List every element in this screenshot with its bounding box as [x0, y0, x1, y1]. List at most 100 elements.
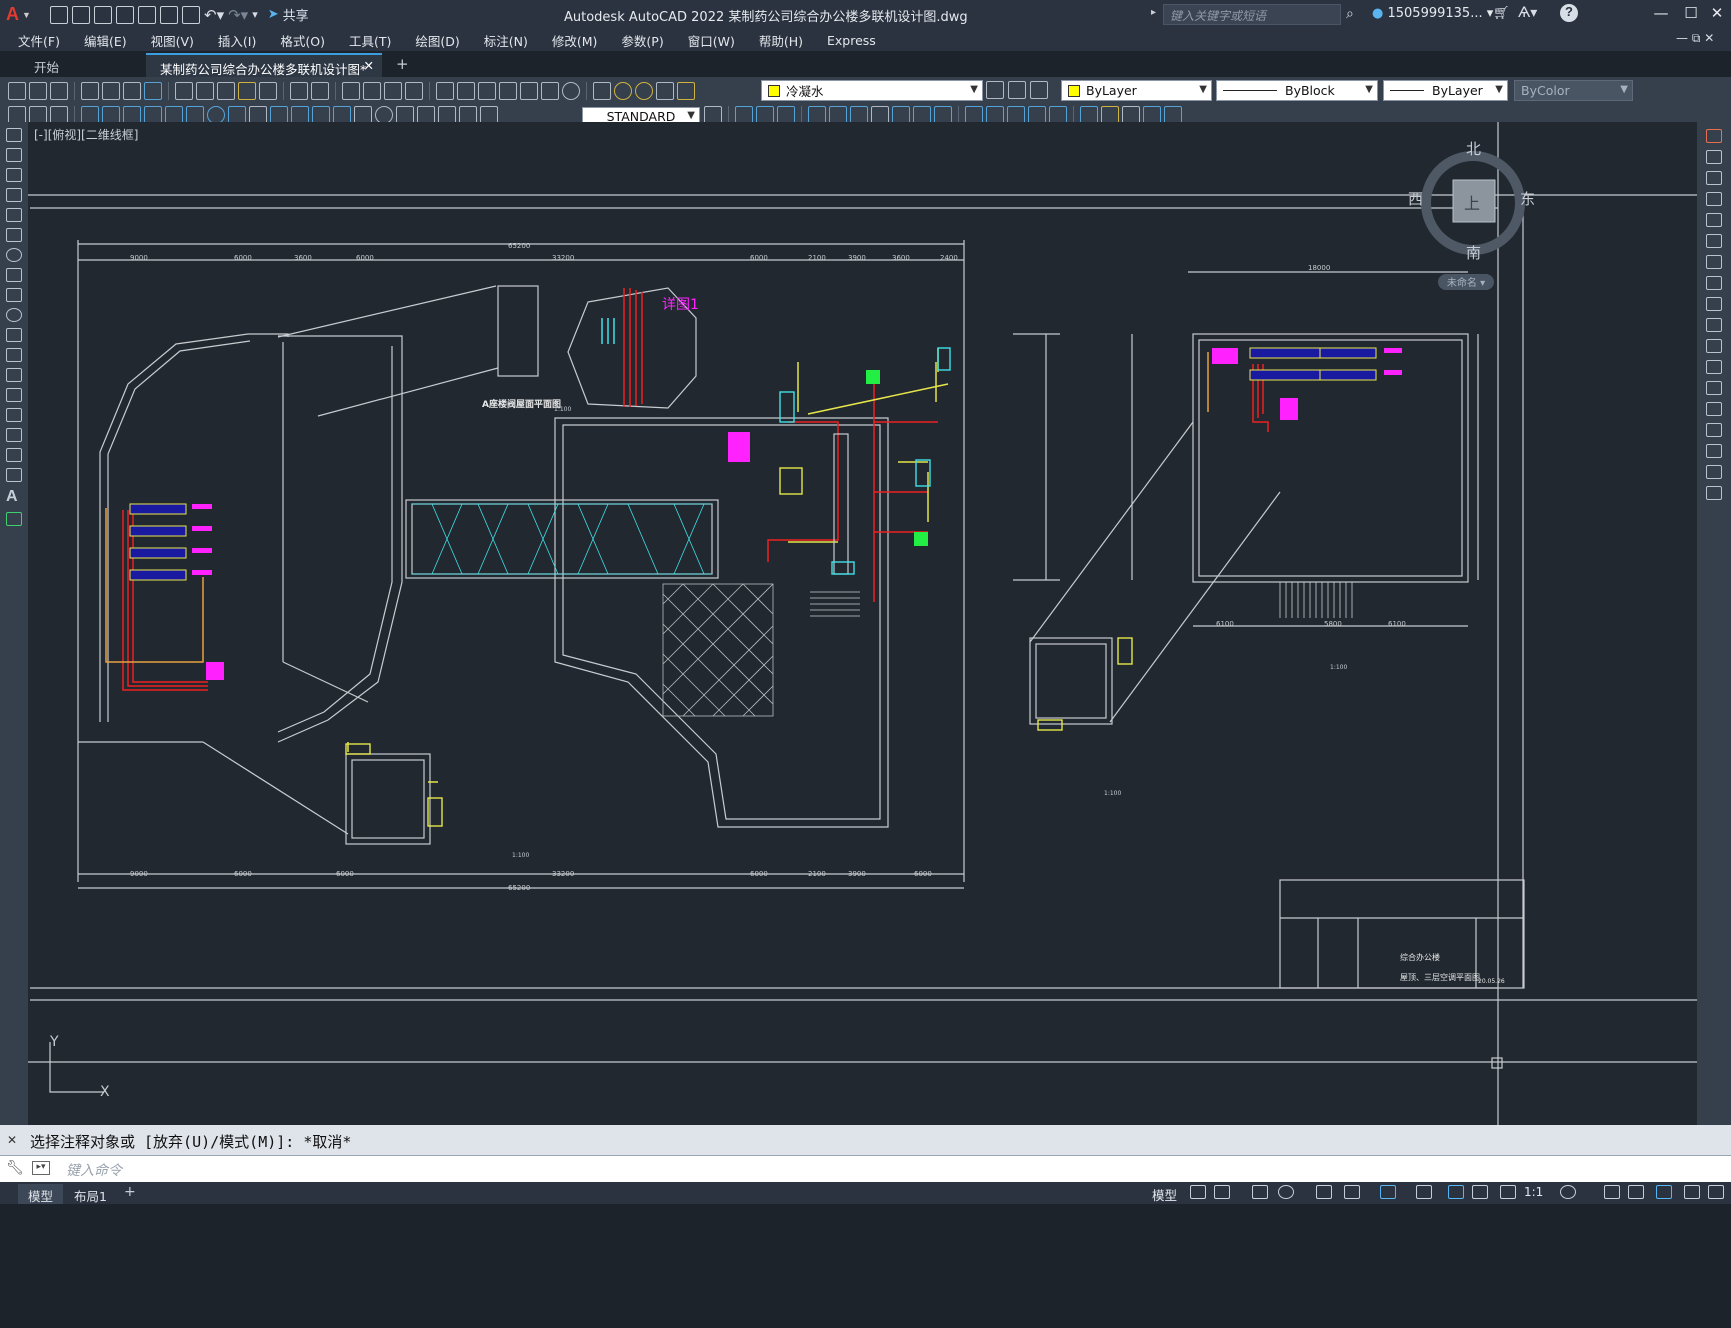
plot-icon[interactable] — [81, 81, 99, 100]
menu-modify[interactable]: 修改(M) — [552, 31, 598, 50]
undo-icon[interactable]: ↶▾ — [204, 6, 224, 24]
stretch-icon[interactable] — [1706, 297, 1722, 311]
circle-icon[interactable] — [6, 248, 22, 262]
save-icon[interactable] — [50, 81, 68, 100]
polyline-icon[interactable] — [6, 168, 22, 182]
cart-icon[interactable]: 🛒︎ — [1493, 6, 1510, 21]
polar-icon[interactable] — [1278, 1185, 1294, 1199]
calculator-icon[interactable] — [541, 81, 559, 100]
search-input[interactable]: 键入关键字或短语 — [1163, 4, 1341, 25]
save-icon[interactable] — [94, 5, 112, 24]
object-snap-icon[interactable] — [1380, 1185, 1396, 1199]
arc-icon[interactable] — [6, 228, 22, 242]
lock-icon[interactable] — [677, 81, 695, 100]
layer-viewport-icon[interactable] — [656, 81, 674, 100]
close-button[interactable]: ✕ — [1702, 4, 1731, 26]
insert-block-icon[interactable] — [6, 348, 22, 362]
compass-south[interactable]: 南 — [1466, 242, 1481, 263]
clean-screen-icon[interactable] — [1684, 1185, 1700, 1199]
array-icon[interactable] — [1706, 213, 1722, 227]
construction-line-icon[interactable] — [6, 148, 22, 162]
open-icon[interactable] — [72, 5, 90, 24]
make-current-icon[interactable] — [986, 81, 1004, 99]
line-icon[interactable] — [6, 128, 22, 142]
region-icon[interactable] — [6, 448, 22, 462]
menu-file[interactable]: 文件(F) — [18, 31, 60, 50]
share-button[interactable]: ➤ 共享 — [268, 5, 309, 24]
make-block-icon[interactable] — [6, 368, 22, 382]
trim-icon[interactable] — [1706, 318, 1722, 332]
new-tab-button[interactable]: + — [396, 55, 409, 73]
offset-icon[interactable] — [1706, 192, 1722, 206]
menu-dimension[interactable]: 标注(N) — [484, 31, 528, 50]
color-dropdown[interactable]: ByLayer ▼ — [1061, 80, 1212, 101]
customize-qat-icon[interactable]: ▾ — [252, 8, 258, 21]
saveas-icon[interactable] — [116, 5, 134, 24]
annotation-scale-icon[interactable] — [1500, 1185, 1516, 1199]
zoom-window-icon[interactable] — [384, 81, 402, 100]
erase-icon[interactable] — [1706, 129, 1722, 143]
lineweight-dropdown[interactable]: ByLayer ▼ — [1383, 80, 1508, 101]
command-line[interactable]: 🔧︎ ▸▾ 键入命令 — [0, 1155, 1731, 1182]
menu-tools[interactable]: 工具(T) — [349, 31, 391, 50]
viewcube[interactable]: 北 南 东 西 上 — [1408, 138, 1538, 268]
extend-icon[interactable] — [1706, 339, 1722, 353]
isodraft-icon[interactable] — [1316, 1185, 1332, 1199]
menu-window[interactable]: 窗口(W) — [688, 31, 735, 50]
lineweight-icon[interactable] — [1416, 1185, 1432, 1199]
move-icon[interactable] — [1706, 234, 1722, 248]
chamfer-icon[interactable] — [1706, 423, 1722, 437]
help-icon[interactable] — [562, 81, 580, 100]
minimize-button[interactable]: — — [1646, 4, 1676, 26]
new-icon[interactable] — [50, 5, 68, 24]
explode-icon[interactable] — [1706, 486, 1722, 500]
cut-icon[interactable] — [175, 81, 193, 100]
preview-icon[interactable] — [102, 81, 120, 100]
mirror-icon[interactable] — [1706, 171, 1722, 185]
application-menu-button[interactable]: A ▼ — [6, 2, 32, 28]
revision-cloud-icon[interactable] — [6, 268, 22, 282]
add-selected-icon[interactable] — [6, 512, 22, 526]
menu-help[interactable]: 帮助(H) — [759, 31, 803, 50]
search-expand-icon[interactable]: ▸ — [1151, 7, 1156, 18]
properties-icon[interactable] — [436, 81, 454, 100]
copy-icon[interactable] — [196, 81, 214, 100]
layer-previous-icon[interactable] — [1008, 81, 1026, 99]
tab-start[interactable]: 开始 — [20, 53, 140, 77]
annotation-scale-value[interactable]: 1:1 — [1524, 1185, 1543, 1199]
copy-icon[interactable] — [1706, 150, 1722, 164]
command-input[interactable]: 键入命令 — [66, 1160, 122, 1180]
layer-dropdown[interactable]: 冷凝水 ▼ — [761, 80, 983, 101]
gear-icon[interactable] — [1560, 1185, 1576, 1199]
menu-edit[interactable]: 编辑(E) — [84, 31, 127, 50]
menu-draw[interactable]: 绘图(D) — [415, 31, 459, 50]
sun-freeze-icon[interactable] — [635, 81, 653, 100]
lightbulb-icon[interactable] — [614, 81, 632, 100]
pan-icon[interactable] — [342, 81, 360, 100]
ellipse-arc-icon[interactable] — [6, 328, 22, 342]
recent-commands-icon[interactable]: ▸▾ — [32, 1161, 50, 1175]
customize-menu-icon[interactable] — [1708, 1185, 1724, 1199]
publish-icon[interactable] — [123, 81, 141, 100]
qnew-icon[interactable] — [8, 81, 26, 100]
menu-insert[interactable]: 插入(I) — [218, 31, 256, 50]
scale-icon[interactable] — [1706, 276, 1722, 290]
wcs-dropdown[interactable]: 未命名 ▾ — [1438, 274, 1494, 290]
gradient-icon[interactable] — [6, 428, 22, 442]
sheet-set-icon[interactable] — [499, 81, 517, 100]
3dprint-icon[interactable] — [144, 81, 162, 100]
auto-scale-icon[interactable] — [1472, 1185, 1488, 1199]
tab-drawing[interactable]: 某制药公司综合办公楼多联机设计图* ✕ — [146, 53, 382, 77]
plot-icon[interactable] — [182, 5, 200, 24]
compass-east[interactable]: 东 — [1520, 188, 1535, 209]
isolate-objects-icon[interactable] — [1628, 1185, 1644, 1199]
break-at-point-icon[interactable] — [1706, 360, 1722, 374]
markup-icon[interactable] — [520, 81, 538, 100]
spline-icon[interactable] — [6, 288, 22, 302]
compass-north[interactable]: 北 — [1466, 138, 1481, 159]
zoom-previous-icon[interactable] — [405, 81, 423, 100]
snap-icon[interactable] — [1214, 1185, 1230, 1199]
search-icon[interactable]: ⌕ — [1346, 6, 1354, 22]
redo-icon[interactable]: ↷▾ — [228, 6, 248, 24]
ortho-icon[interactable] — [1252, 1185, 1268, 1199]
